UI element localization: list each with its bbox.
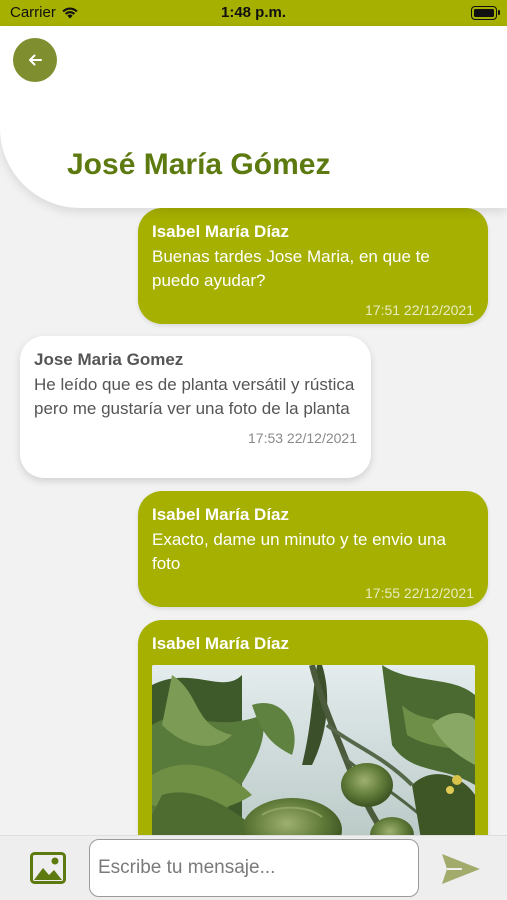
message-text: Exacto, dame un minuto y te envio una fo… [152, 529, 446, 574]
battery-icon [471, 6, 500, 20]
message-bubble-outgoing: Isabel María Díaz Exacto, dame un minuto… [138, 491, 488, 607]
message-timestamp: 17:55 22/12/2021 [365, 584, 474, 601]
message-text: Buenas tardes Jose Maria, en que te pued… [152, 246, 430, 291]
message-input-bar [0, 835, 507, 900]
message-timestamp: 17:53 22/12/2021 [248, 429, 357, 446]
back-button[interactable] [13, 38, 57, 82]
message-text: He leído que es de planta versátil y rús… [34, 374, 355, 419]
message-bubble-outgoing-image: Isabel María Díaz [138, 620, 488, 835]
message-sender: Isabel María Díaz [152, 222, 290, 241]
status-bar: Carrier 1:48 p.m. [0, 0, 507, 26]
message-sender: Jose Maria Gomez [34, 350, 184, 369]
arrow-left-icon [29, 54, 42, 66]
message-bubble-outgoing: Isabel María Díaz Buenas tardes Jose Mar… [138, 208, 488, 324]
message-list[interactable]: Isabel María Díaz Buenas tardes Jose Mar… [0, 208, 507, 835]
message-sender: Isabel María Díaz [152, 634, 290, 653]
image-gallery-button[interactable] [30, 852, 66, 884]
chat-header: José María Gómez [0, 26, 507, 208]
message-timestamp: 17:51 22/12/2021 [365, 301, 474, 318]
page-title: José María Gómez [67, 148, 331, 181]
status-time: 1:48 p.m. [220, 4, 287, 21]
tomato-plant-photo[interactable] [152, 664, 475, 835]
message-sender: Isabel María Díaz [152, 505, 290, 524]
message-bubble-incoming: Jose Maria Gomez He leído que es de plan… [20, 336, 371, 478]
send-icon [442, 854, 480, 884]
image-gallery-icon [30, 852, 66, 884]
send-button[interactable] [440, 852, 482, 886]
message-input[interactable] [89, 839, 419, 897]
